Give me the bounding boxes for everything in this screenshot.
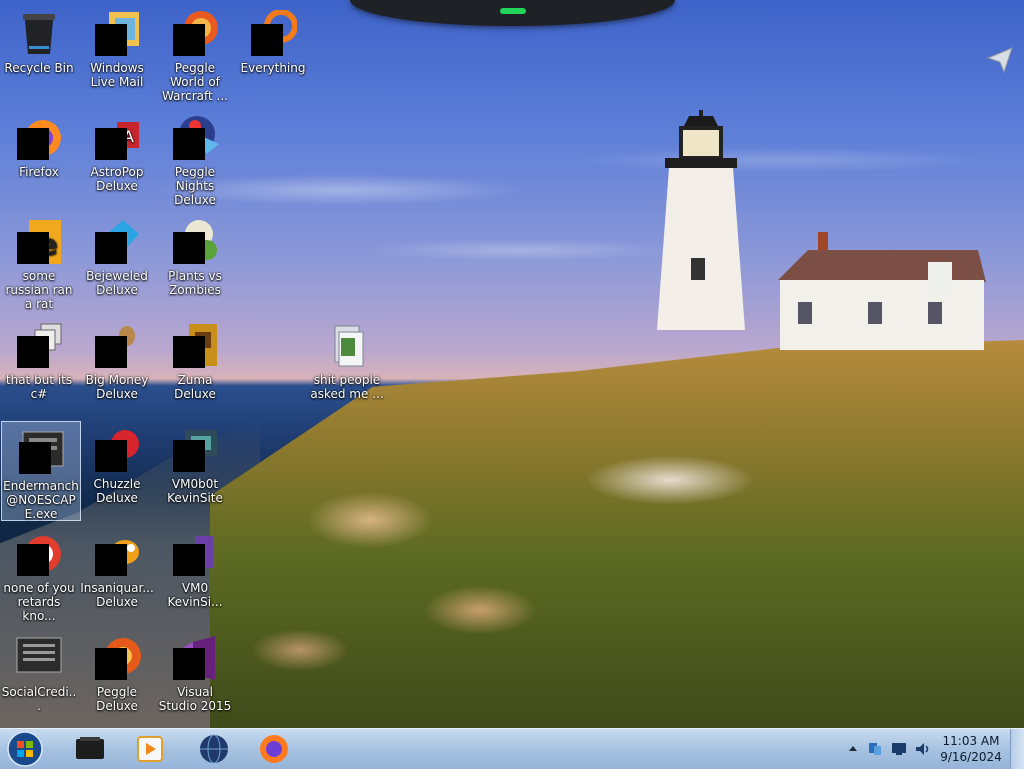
redaction-box xyxy=(95,232,127,264)
redaction-box xyxy=(173,24,205,56)
redaction-box xyxy=(251,24,283,56)
wallpaper-house xyxy=(778,232,986,350)
desktop-icon-peggle-deluxe[interactable]: Peggle Deluxe xyxy=(78,628,156,713)
opera-style-icon xyxy=(15,530,63,578)
desktop-icon-zuma-deluxe[interactable]: Zuma Deluxe xyxy=(156,316,234,401)
redaction-box xyxy=(173,648,205,680)
peggle-nights-icon xyxy=(171,114,219,162)
desktop-icon-bejeweled-deluxe[interactable]: Bejeweled Deluxe xyxy=(78,212,156,297)
desktop-icon-endermanch-noescape[interactable]: Endermanch @NOESCAPE.exe xyxy=(1,421,81,521)
plants-vs-zombies-icon xyxy=(171,218,219,266)
taskbar: 11:03 AM 9/16/2024 xyxy=(0,728,1024,769)
wallpaper-lighthouse xyxy=(657,110,745,330)
show-desktop-button[interactable] xyxy=(1010,729,1024,769)
redaction-box xyxy=(95,128,127,160)
chuzzle-icon xyxy=(93,426,141,474)
desktop-icon-peggle-world-of-warcraft[interactable]: Peggle World of Warcraft ... xyxy=(156,4,234,103)
windows-live-mail-icon xyxy=(93,10,141,58)
show-hidden-icons-chevron[interactable] xyxy=(844,740,862,758)
redaction-box xyxy=(173,544,205,576)
redaction-box xyxy=(173,440,205,472)
redaction-box xyxy=(173,128,205,160)
file-explorer-icon[interactable] xyxy=(64,731,116,767)
desktop-icon-everything[interactable]: Everything xyxy=(234,4,312,75)
peggle-icon xyxy=(93,634,141,682)
desktop-icon-peggle-nights-deluxe[interactable]: Peggle Nights Deluxe xyxy=(156,108,234,207)
everything-search-icon xyxy=(249,9,298,58)
rat-folder-icon: e xyxy=(15,218,63,266)
display-icon[interactable] xyxy=(890,740,908,758)
redaction-box xyxy=(19,442,51,474)
peggle-wow-icon xyxy=(171,10,219,58)
desktop-icon-insaniquarium-deluxe[interactable]: Insaniquar... Deluxe xyxy=(78,524,156,609)
insaniquarium-fish-icon xyxy=(93,530,141,578)
folder-icon xyxy=(323,322,371,370)
vm-purple-icon xyxy=(171,530,219,578)
taskbar-clock[interactable]: 11:03 AM 9/16/2024 xyxy=(938,733,1004,765)
recycle-bin-icon xyxy=(15,10,63,58)
desktop-icon-big-money-deluxe[interactable]: Big Money Deluxe xyxy=(78,316,156,401)
globe-icon[interactable] xyxy=(188,731,240,767)
desktop-icon-vm0b0t-kevinsite[interactable]: VM0b0t KevinSite xyxy=(156,420,234,505)
paper-plane-icon[interactable] xyxy=(986,46,1014,74)
redaction-box xyxy=(95,544,127,576)
desktop-icon-chuzzle-deluxe[interactable]: Chuzzle Deluxe xyxy=(78,420,156,505)
network-icon[interactable] xyxy=(866,740,884,758)
desktop-icon-windows-live-mail[interactable]: Windows Live Mail xyxy=(78,4,156,89)
big-money-icon xyxy=(93,322,141,370)
system-tray: 11:03 AM 9/16/2024 xyxy=(842,729,1022,769)
bejeweled-icon xyxy=(93,218,141,266)
redaction-box xyxy=(17,232,49,264)
firefox-icon[interactable] xyxy=(248,731,300,767)
redaction-box xyxy=(173,336,205,368)
clock-time: 11:03 AM xyxy=(942,734,1000,748)
desktop-icon-recycle-bin[interactable]: Recycle Bin xyxy=(0,4,78,75)
top-gadget-bar xyxy=(350,0,675,26)
astropop-icon: A xyxy=(93,114,141,162)
desktop-icon-some-russian-ran-a-rat[interactable]: e some russian ran a rat xyxy=(0,212,78,311)
firefox-icon xyxy=(15,114,63,162)
desktop-icon-astropop-deluxe[interactable]: A AstroPop Deluxe xyxy=(78,108,156,193)
noescape-exe-icon xyxy=(17,428,65,476)
vm-shortcut-icon xyxy=(171,426,219,474)
desktop-icon-plants-vs-zombies[interactable]: Plants vs Zombies xyxy=(156,212,234,297)
desktop-icon-that-but-its-csharp[interactable]: that but its c# xyxy=(0,316,78,401)
redaction-box xyxy=(17,544,49,576)
redaction-box xyxy=(17,128,49,160)
redaction-box xyxy=(173,232,205,264)
zuma-icon xyxy=(171,322,219,370)
desktop-icon-shit-people-asked-me[interactable]: shit people asked me ... xyxy=(308,316,386,401)
wallpaper-rocks xyxy=(230,440,790,690)
visual-studio-icon xyxy=(171,634,219,682)
clock-date: 9/16/2024 xyxy=(940,750,1002,764)
redaction-box xyxy=(95,24,127,56)
console-app-icon xyxy=(15,634,63,682)
desktop-icon-socialcredit[interactable]: SocialCredi... xyxy=(0,628,78,713)
desktop[interactable]: Recycle Bin Windows Live Mail Peggle Wor… xyxy=(0,0,1024,728)
desktop-icon-none-of-you-retards-know[interactable]: none of you retards kno... xyxy=(0,524,78,623)
volume-icon[interactable] xyxy=(914,740,932,758)
stacked-windows-icon xyxy=(15,322,63,370)
redaction-box xyxy=(95,336,127,368)
redaction-box xyxy=(17,336,49,368)
desktop-icon-firefox[interactable]: Firefox xyxy=(0,108,78,179)
green-indicator-icon xyxy=(500,8,526,14)
start-button[interactable] xyxy=(5,730,45,768)
media-player-icon[interactable] xyxy=(124,731,176,767)
redaction-box xyxy=(95,440,127,472)
redaction-box xyxy=(95,648,127,680)
desktop-icon-vm0-kevinsite[interactable]: VM0 KevinSi... xyxy=(156,524,234,609)
desktop-icon-visual-studio-2015[interactable]: Visual Studio 2015 xyxy=(156,628,234,713)
